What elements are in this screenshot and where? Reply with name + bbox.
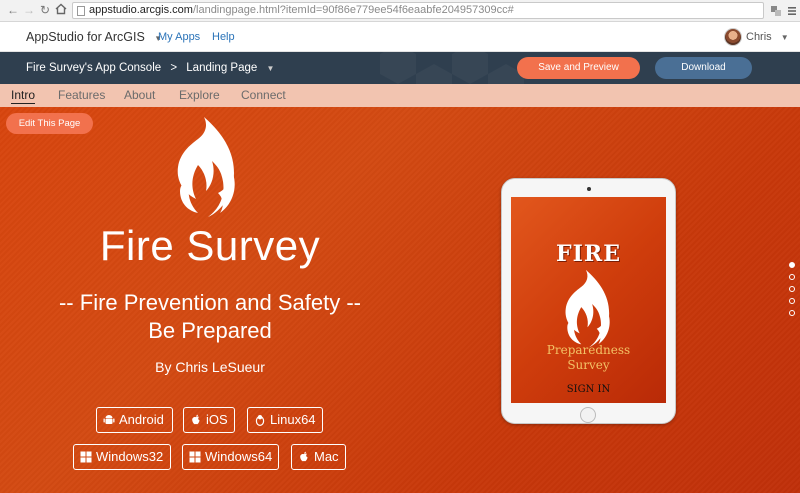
pager-dot[interactable]	[789, 274, 795, 280]
menu-icon[interactable]	[786, 4, 798, 16]
apple-icon	[192, 414, 200, 425]
linux64-download-button[interactable]: Linux64	[247, 407, 323, 433]
hero-author: By Chris LeSueur	[155, 359, 265, 375]
pager-dot[interactable]	[789, 298, 795, 304]
address-bar[interactable]: appstudio.arcgis.com/landingpage.html?it…	[72, 2, 764, 19]
hero-subtitle: -- Fire Prevention and Safety --	[58, 290, 361, 315]
tab-connect[interactable]: Connect	[241, 88, 286, 102]
hex-decoration	[416, 64, 452, 84]
hex-decoration	[452, 52, 488, 84]
browser-toolbar: ← → ↻ appstudio.arcgis.com/landingpage.h…	[0, 0, 800, 22]
avatar[interactable]	[724, 28, 742, 46]
breadcrumb: Fire Survey's App Console > Landing Page…	[26, 62, 274, 74]
windows-icon	[80, 451, 92, 463]
tab-intro[interactable]: Intro	[11, 88, 36, 104]
hero-tagline: Be Prepared	[148, 318, 272, 343]
breadcrumb-app-console[interactable]: Fire Survey's App Console	[26, 62, 161, 74]
my-apps-link[interactable]: My Apps	[158, 31, 200, 43]
url-path: /landingpage.html?itemId=90f86e779ee54f6…	[192, 4, 514, 16]
reload-icon[interactable]: ↻	[38, 3, 52, 17]
tablet-flame-icon	[565, 269, 610, 348]
ios-label: iOS	[206, 412, 228, 427]
url-host: appstudio.arcgis.com	[89, 4, 193, 16]
download-button[interactable]: Download	[655, 57, 752, 79]
windows64-download-button[interactable]: Windows64	[182, 444, 279, 470]
linux64-label: Linux64	[270, 412, 316, 427]
tab-features[interactable]: Features	[58, 88, 105, 102]
pager-dot[interactable]	[789, 310, 795, 316]
mac-download-button[interactable]: Mac	[291, 444, 346, 470]
apple-icon	[300, 451, 308, 462]
camera-icon	[587, 187, 591, 191]
tablet-subtitle: Preparedness	[546, 343, 631, 357]
help-link[interactable]: Help	[212, 31, 235, 43]
app-header: AppStudio for ArcGIS ▼ My Apps Help Chri…	[0, 22, 800, 52]
home-button-icon	[580, 407, 596, 423]
linux-icon	[255, 415, 265, 426]
app-title: AppStudio for ArcGIS ▼	[26, 30, 162, 44]
windows32-label: Windows32	[96, 449, 164, 464]
tab-explore[interactable]: Explore	[179, 88, 220, 102]
tablet-signin: SIGN IN	[566, 384, 611, 395]
android-label: Android	[119, 412, 164, 427]
ios-download-button[interactable]: iOS	[183, 407, 235, 433]
pager-dot[interactable]	[789, 286, 795, 292]
pager-dot[interactable]	[789, 262, 795, 268]
tablet-app-title: FIRE	[556, 241, 621, 267]
home-icon[interactable]	[54, 3, 68, 17]
app-title-text: AppStudio for ArcGIS	[26, 30, 145, 44]
save-and-preview-button[interactable]: Save and Preview	[517, 57, 640, 79]
edit-page-button[interactable]: Edit This Page	[6, 113, 93, 134]
windows-icon	[189, 451, 201, 463]
user-name: Chris	[746, 31, 772, 43]
tablet-screen: FIRE Preparedness Survey SIGN IN	[511, 197, 666, 403]
hex-decoration	[380, 52, 416, 84]
flame-logo-icon	[177, 117, 235, 217]
windows64-label: Windows64	[205, 449, 273, 464]
extension-icon[interactable]	[770, 4, 782, 16]
android-download-button[interactable]: Android	[96, 407, 173, 433]
arrow-right-icon[interactable]: →	[22, 3, 36, 17]
breadcrumb-landing-page[interactable]: Landing Page	[186, 62, 257, 74]
arrow-left-icon[interactable]: ←	[6, 3, 20, 17]
tablet-preview: FIRE Preparedness Survey SIGN IN	[501, 178, 676, 424]
mac-label: Mac	[314, 449, 339, 464]
user-name-wrap: Chris ▼	[746, 31, 789, 43]
chevron-down-icon[interactable]: ▼	[266, 64, 274, 73]
windows32-download-button[interactable]: Windows32	[73, 444, 171, 470]
tab-about[interactable]: About	[124, 88, 155, 102]
breadcrumb-separator: >	[170, 62, 178, 74]
section-tabs: Intro Features About Explore Connect	[0, 84, 800, 107]
android-icon	[103, 415, 115, 424]
user-chevron-down-icon[interactable]: ▼	[781, 33, 789, 42]
page-icon	[77, 6, 85, 16]
tablet-subtitle-2: Survey	[567, 358, 610, 372]
hero-title: Fire Survey	[99, 222, 321, 269]
